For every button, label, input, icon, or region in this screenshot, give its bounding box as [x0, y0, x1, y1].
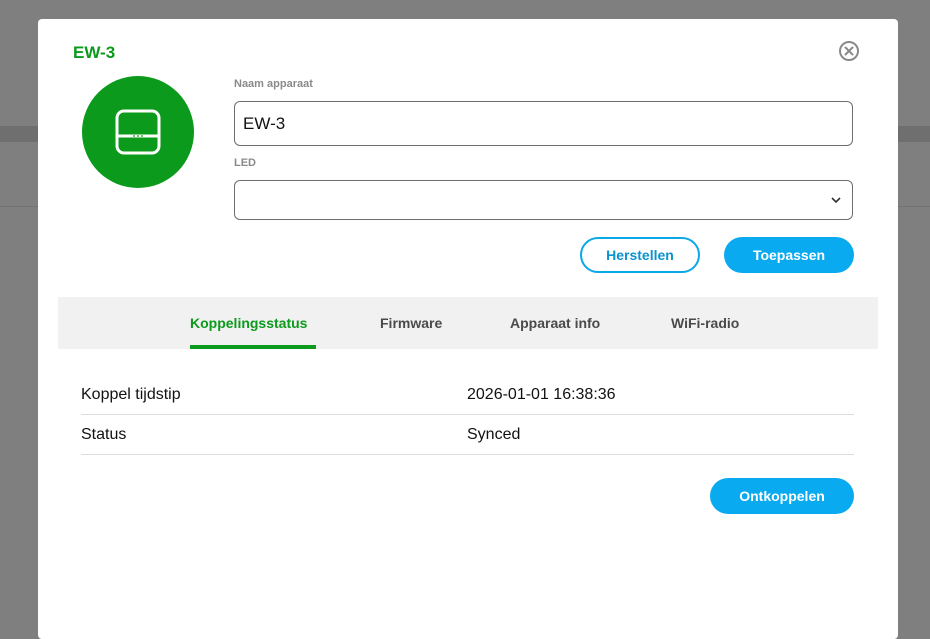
status-row-pair-time: Koppel tijdstip 2026-01-01 16:38:36: [81, 374, 854, 415]
close-icon: [844, 46, 854, 56]
apply-button[interactable]: Toepassen: [724, 237, 854, 273]
row-value: Synced: [467, 426, 521, 443]
tab-firmware[interactable]: Firmware: [380, 315, 442, 331]
row-key: Koppel tijdstip: [81, 386, 181, 403]
chevron-down-icon: [831, 197, 841, 204]
led-select[interactable]: [234, 180, 853, 220]
device-avatar: [82, 76, 194, 188]
device-name-input[interactable]: [234, 101, 853, 146]
led-field-label: LED: [234, 157, 256, 169]
unpair-button[interactable]: Ontkoppelen: [710, 478, 854, 514]
tab-apparaat-info[interactable]: Apparaat info: [510, 315, 600, 331]
row-value: 2026-01-01 16:38:36: [467, 386, 616, 403]
name-field-label: Naam apparaat: [234, 78, 313, 90]
reset-button[interactable]: Herstellen: [580, 237, 700, 273]
close-button[interactable]: [839, 41, 859, 61]
active-tab-indicator: [190, 345, 316, 349]
extender-device-icon: [115, 109, 161, 155]
tab-koppelingsstatus[interactable]: Koppelingsstatus: [190, 315, 307, 331]
tab-bar: Koppelingsstatus Firmware Apparaat info …: [58, 297, 878, 349]
device-dialog: EW-3 Naam apparaat LED Herstellen Toepas…: [38, 19, 898, 639]
row-key: Status: [81, 426, 127, 443]
tab-wifi-radio[interactable]: WiFi-radio: [671, 315, 739, 331]
dialog-title: EW-3: [73, 43, 116, 62]
status-row-status: Status Synced: [81, 414, 854, 455]
